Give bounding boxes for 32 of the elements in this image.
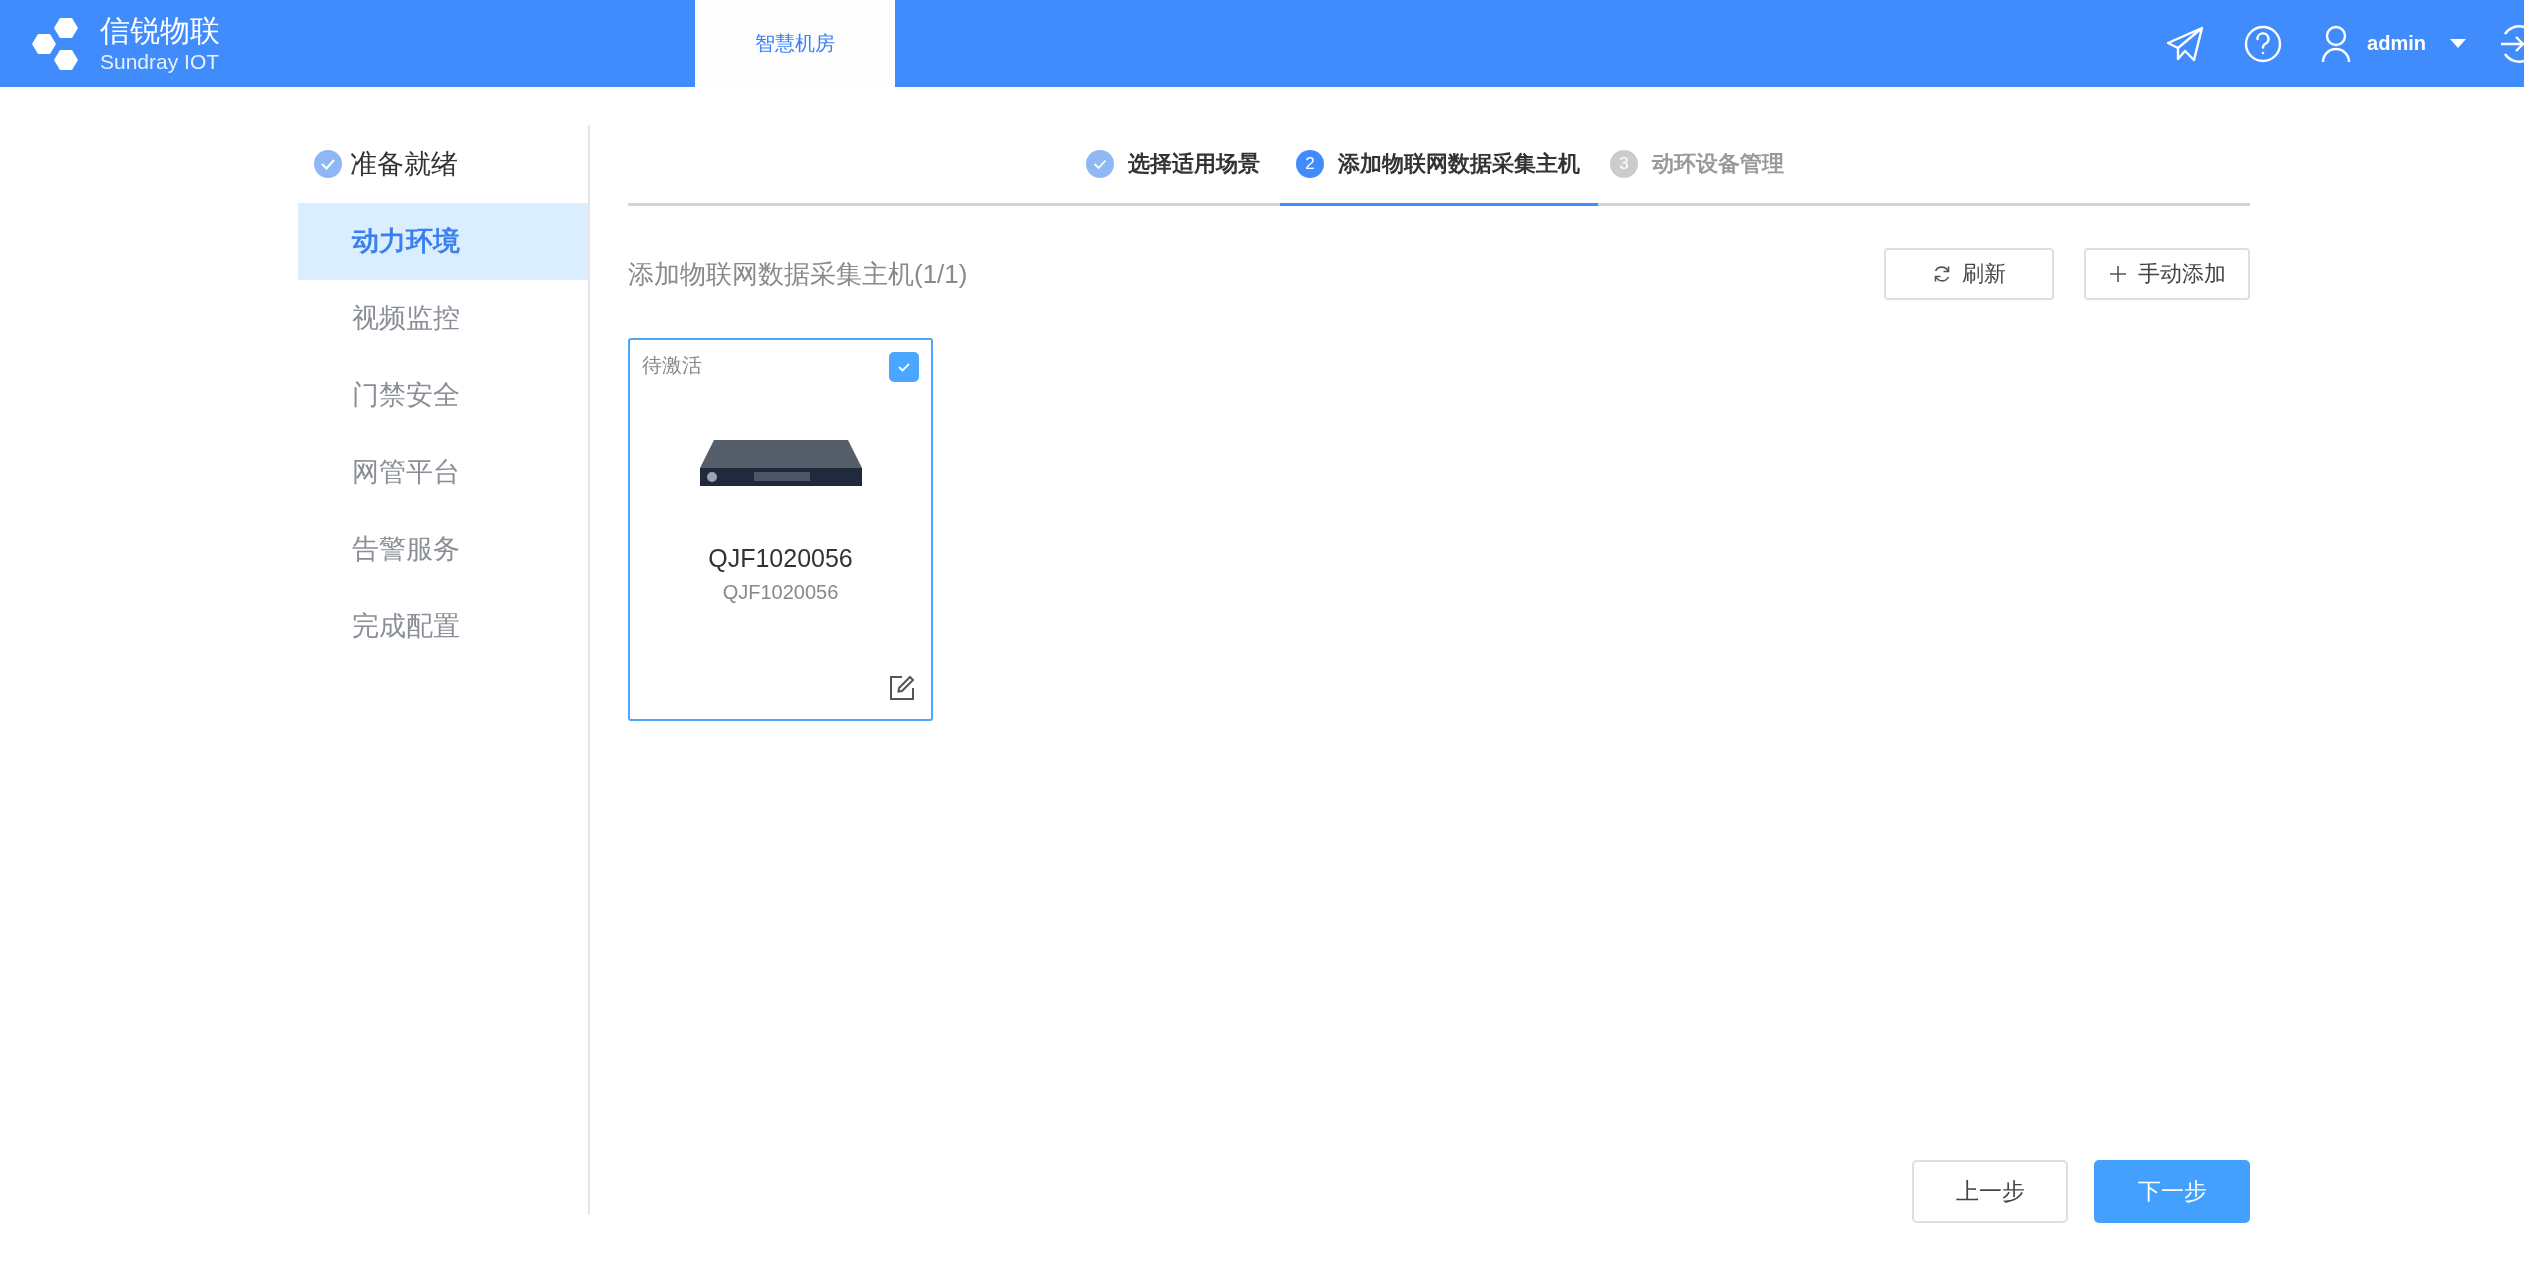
help-icon[interactable]: [2243, 23, 2284, 64]
refresh-icon: [1932, 264, 1952, 284]
plus-icon: [2108, 264, 2128, 284]
next-button[interactable]: 下一步: [2094, 1160, 2250, 1223]
username[interactable]: admin: [2367, 32, 2426, 55]
edit-icon[interactable]: [889, 675, 915, 701]
sidebar-item[interactable]: 动力环境: [298, 203, 588, 280]
sidebar-item[interactable]: 告警服务: [298, 511, 588, 588]
step-tab[interactable]: 选择适用场景: [1074, 125, 1280, 206]
sidebar-item[interactable]: 网管平台: [298, 434, 588, 511]
section-title: 添加物联网数据采集主机(1/1): [628, 257, 968, 291]
previous-button[interactable]: 上一步: [1912, 1160, 2068, 1223]
sidebar-heading: 准备就绪: [350, 148, 458, 181]
step-number: 2: [1296, 150, 1324, 178]
check-circle-icon: [1086, 150, 1114, 178]
sidebar-item[interactable]: 门禁安全: [298, 357, 588, 434]
add-button[interactable]: 手动添加: [2084, 248, 2250, 300]
user-icon[interactable]: [2321, 23, 2352, 64]
logo-subtitle: Sundray IOT: [100, 48, 220, 75]
sidebar-item[interactable]: 视频监控: [298, 280, 588, 357]
caret-icon[interactable]: [2450, 38, 2466, 49]
logo-title: 信锐物联: [100, 12, 220, 49]
nav-tab[interactable]: 智慧机房: [695, 0, 895, 87]
logout-icon[interactable]: [2500, 23, 2524, 64]
device-card[interactable]: 待激活 QJF1020056 QJF1020056: [628, 338, 933, 721]
device-status: 待激活: [642, 353, 702, 378]
sidebar-item[interactable]: 完成配置: [298, 588, 588, 665]
checkbox[interactable]: [889, 352, 919, 382]
step-tab[interactable]: 2 添加物联网数据采集主机: [1280, 125, 1598, 206]
device-serial: QJF1020056: [722, 581, 839, 604]
refresh-button[interactable]: 刷新: [1884, 248, 2054, 300]
device-name: QJF1020056: [708, 544, 853, 573]
